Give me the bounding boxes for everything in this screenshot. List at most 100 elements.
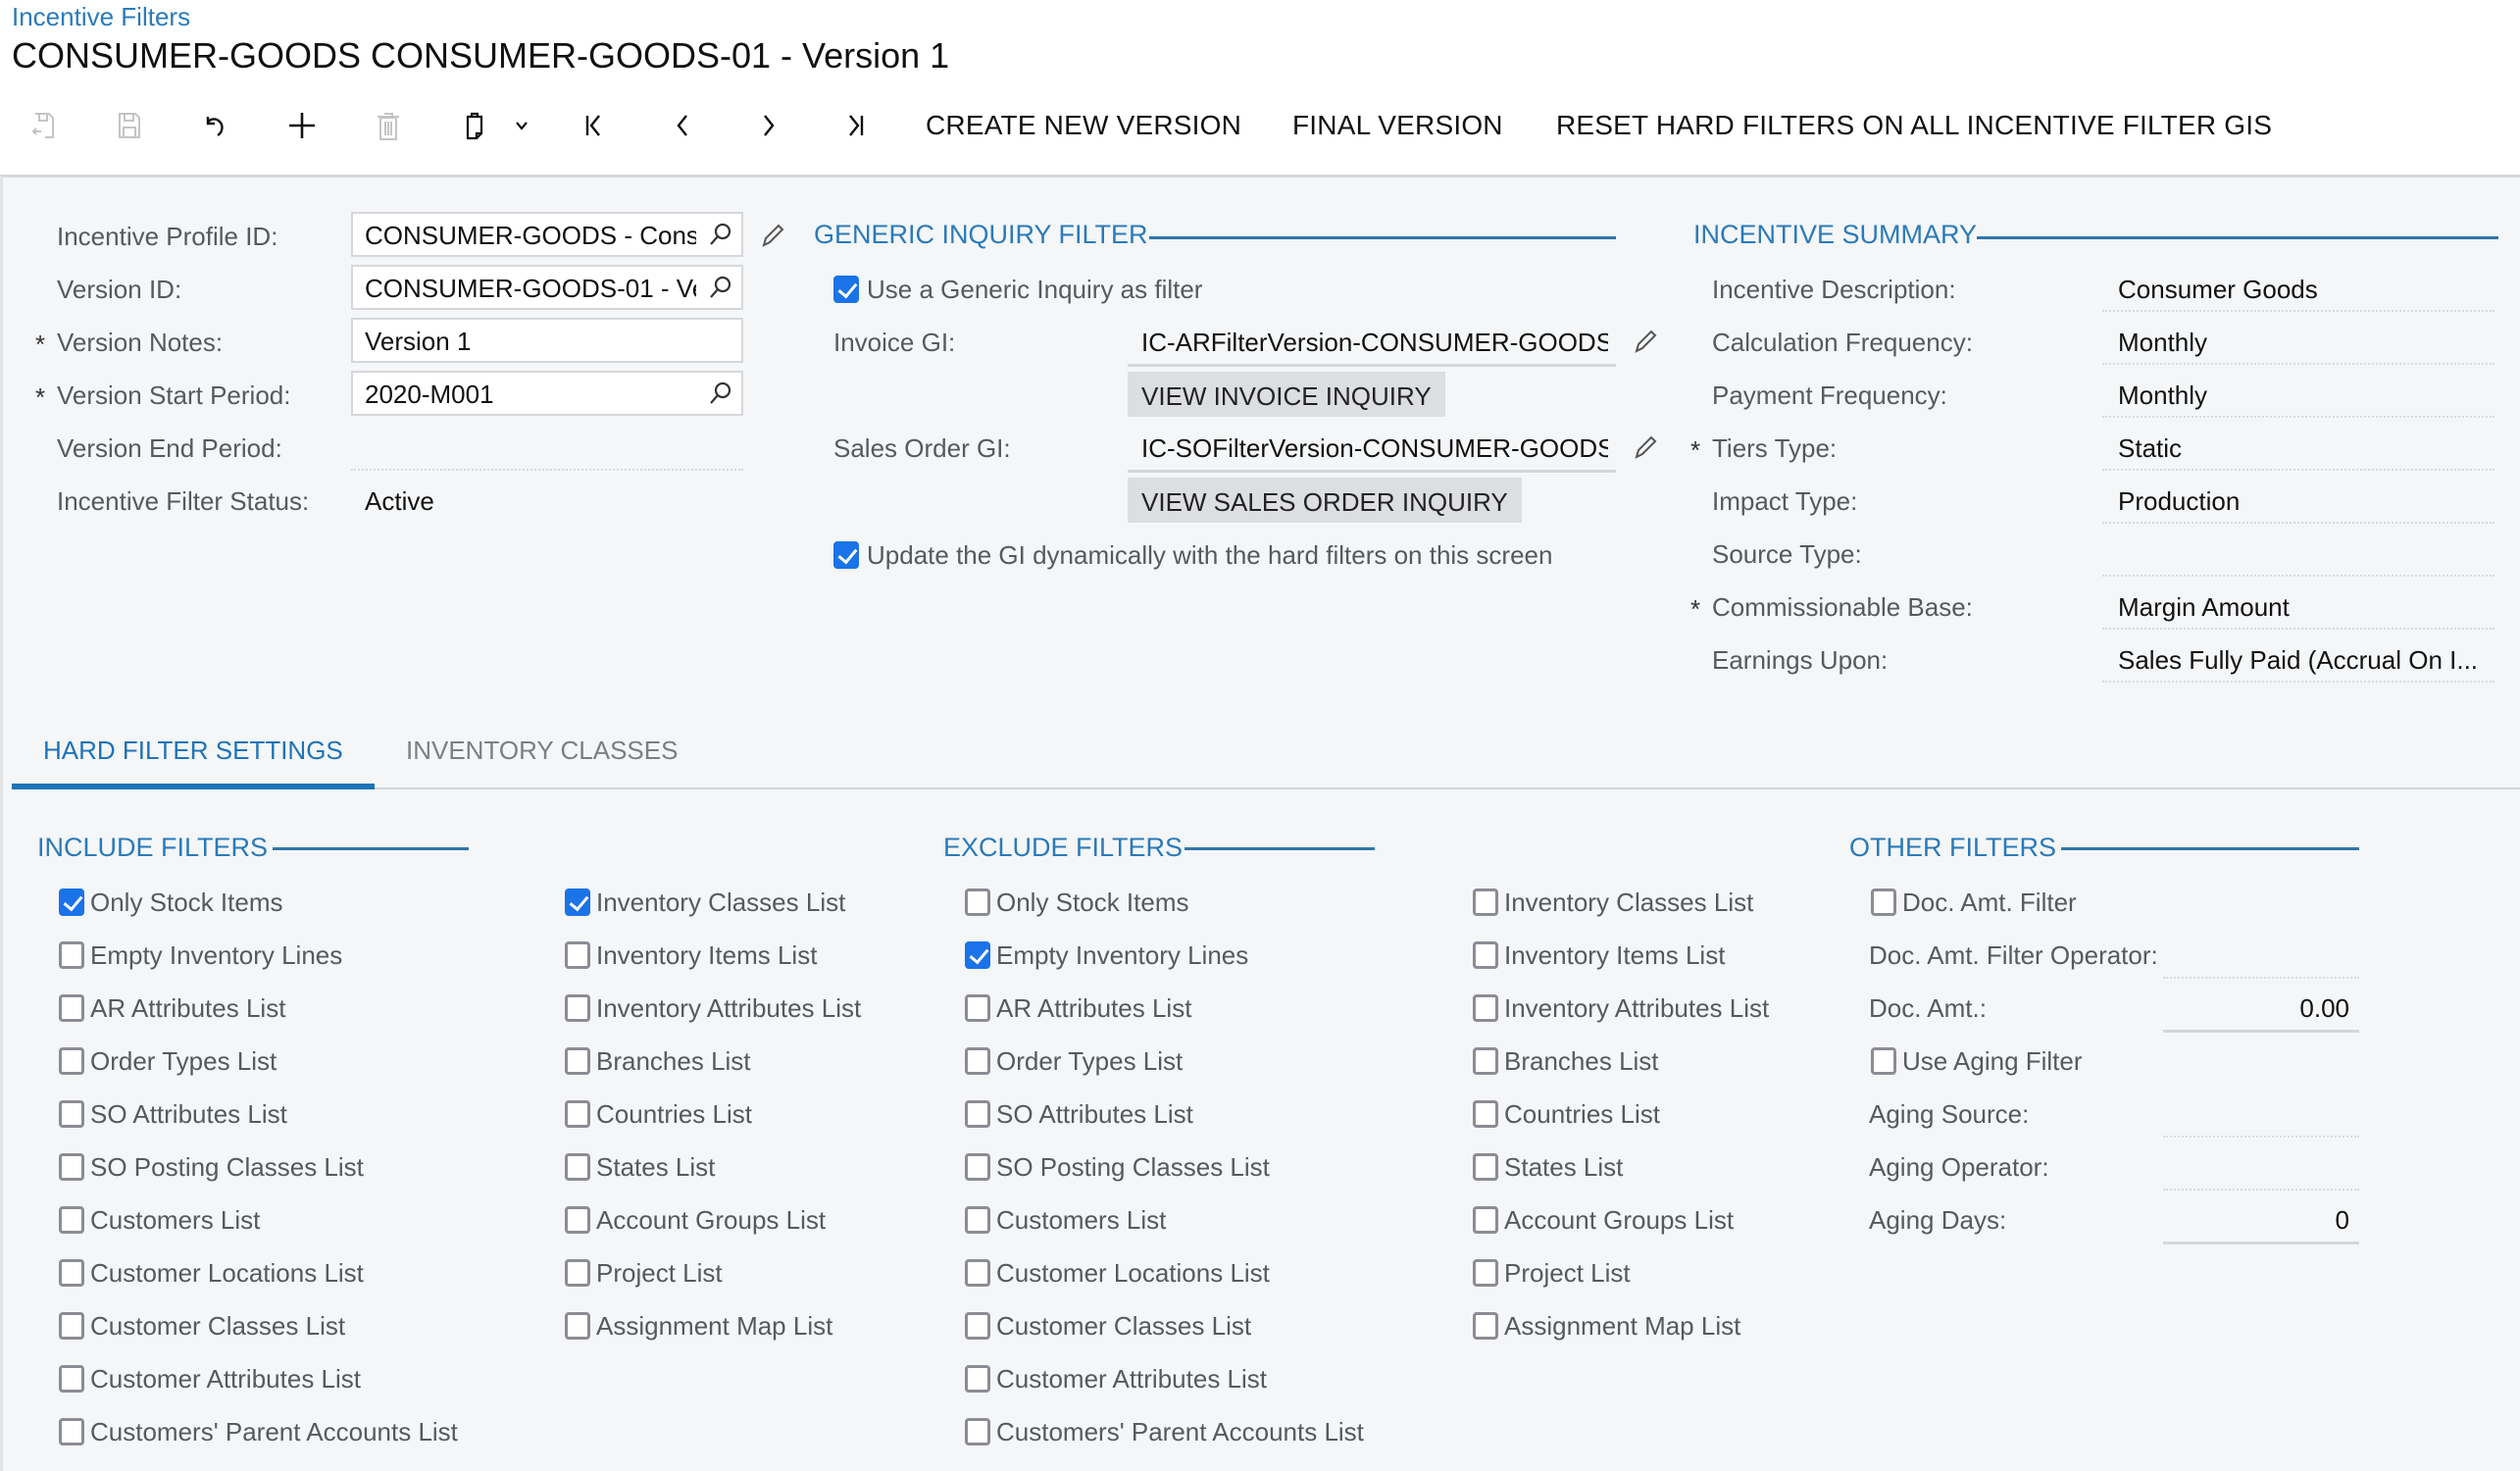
filter-checkbox[interactable] [565, 1259, 590, 1287]
version-end-period-label: Version End Period: [57, 433, 282, 463]
previous-record-icon[interactable] [663, 106, 702, 145]
breadcrumb-incentive-filters[interactable]: Incentive Filters [12, 2, 190, 32]
tab-hard-filter-settings[interactable]: HARD FILTER SETTINGS [43, 736, 343, 766]
aging-source-label: Aging Source: [1869, 1099, 2030, 1129]
filter-checkbox[interactable] [565, 1312, 590, 1340]
filter-checkbox[interactable] [1473, 1153, 1498, 1181]
save-and-close-icon[interactable] [24, 106, 63, 145]
view-sales-order-inquiry-button[interactable]: VIEW SALES ORDER INQUIRY [1128, 478, 1522, 523]
doc-amt-value[interactable]: 0.00 [2163, 993, 2349, 1024]
toolbar: CREATE NEW VERSION FINAL VERSION RESET H… [0, 98, 2520, 151]
chevron-down-icon[interactable] [502, 106, 541, 145]
version-id-value: CONSUMER-GOODS-01 - Ve [365, 274, 696, 303]
filter-checkbox[interactable] [59, 1206, 84, 1234]
doc-amt-filter-checkbox[interactable] [1871, 888, 1896, 916]
filter-checkbox[interactable] [965, 1365, 990, 1393]
edit-pencil-icon[interactable] [757, 220, 786, 249]
tab-inventory-classes[interactable]: INVENTORY CLASSES [406, 736, 678, 766]
summary-label: Earnings Upon: [1712, 645, 1889, 675]
filter-checkbox[interactable] [965, 1153, 990, 1181]
invoice-gi-value[interactable]: IC-ARFilterVersion-CONSUMER-GOODS [1141, 328, 1608, 358]
filter-checkbox[interactable] [565, 1206, 590, 1234]
filter-checkbox-label: Customer Attributes List [996, 1364, 1267, 1394]
field-underline [2163, 1030, 2359, 1033]
filter-checkbox[interactable] [59, 1312, 84, 1340]
filter-checkbox[interactable] [1473, 1259, 1498, 1287]
search-icon[interactable] [708, 275, 733, 300]
add-icon[interactable] [282, 106, 322, 145]
version-start-period-field[interactable]: 2020-M001 [351, 371, 743, 416]
field-divider [2102, 310, 2495, 312]
filter-checkbox[interactable] [965, 994, 990, 1022]
search-icon[interactable] [708, 222, 733, 247]
filter-checkbox[interactable] [59, 941, 84, 969]
filter-checkbox[interactable] [565, 994, 590, 1022]
filter-checkbox[interactable] [1473, 994, 1498, 1022]
filter-checkbox[interactable] [59, 1259, 84, 1287]
reset-hard-filters-button[interactable]: RESET HARD FILTERS ON ALL INCENTIVE FILT… [1556, 110, 2272, 141]
filter-checkbox[interactable] [59, 1365, 84, 1393]
edit-pencil-icon[interactable] [1630, 326, 1659, 355]
summary-value: Margin Amount [2118, 592, 2290, 622]
filter-checkbox[interactable] [59, 888, 84, 916]
summary-value: Consumer Goods [2118, 275, 2318, 304]
version-id-field[interactable]: CONSUMER-GOODS-01 - Ve [351, 265, 743, 310]
filter-checkbox[interactable] [565, 1100, 590, 1128]
view-invoice-inquiry-button[interactable]: VIEW INVOICE INQUIRY [1128, 372, 1445, 417]
filter-checkbox[interactable] [965, 1100, 990, 1128]
filter-checkbox-label: SO Attributes List [996, 1099, 1193, 1129]
filter-checkbox[interactable] [1473, 1206, 1498, 1234]
filter-checkbox[interactable] [565, 1047, 590, 1075]
filter-checkbox-label: Inventory Classes List [1504, 888, 1754, 917]
save-icon[interactable] [110, 106, 149, 145]
edit-pencil-icon[interactable] [1630, 431, 1659, 461]
filter-checkbox[interactable] [1473, 888, 1498, 916]
aging-days-value[interactable]: 0 [2163, 1205, 2349, 1236]
filter-checkbox[interactable] [59, 1418, 84, 1446]
last-record-icon[interactable] [835, 106, 875, 145]
required-marker: * [35, 382, 46, 412]
other-filters-heading: OTHER FILTERS [1849, 833, 2057, 862]
undo-icon[interactable] [196, 106, 235, 145]
filter-checkbox[interactable] [565, 941, 590, 969]
filter-checkbox[interactable] [59, 1047, 84, 1075]
update-gi-dynamic-checkbox[interactable] [833, 541, 859, 569]
incentive-profile-id-field[interactable]: CONSUMER-GOODS - Cons [351, 212, 743, 257]
filter-checkbox[interactable] [965, 1418, 990, 1446]
doc-amt-filter-label: Doc. Amt. Filter [1902, 888, 2077, 917]
filter-checkbox-label: Inventory Classes List [596, 888, 846, 917]
filter-checkbox[interactable] [965, 1312, 990, 1340]
summary-value: Sales Fully Paid (Accrual On I... [2118, 645, 2479, 675]
filter-checkbox[interactable] [965, 941, 990, 969]
search-icon[interactable] [708, 380, 733, 406]
doc-amt-operator-label: Doc. Amt. Filter Operator: [1869, 940, 2158, 970]
filter-checkbox[interactable] [565, 888, 590, 916]
incentive-summary-heading: INCENTIVE SUMMARY [1693, 220, 1978, 249]
filter-checkbox[interactable] [1473, 1100, 1498, 1128]
filter-checkbox[interactable] [965, 1206, 990, 1234]
filter-checkbox[interactable] [1473, 1312, 1498, 1340]
use-aging-filter-checkbox[interactable] [1871, 1047, 1896, 1075]
first-record-icon[interactable] [575, 106, 614, 145]
filter-checkbox-label: AR Attributes List [90, 993, 286, 1023]
delete-icon[interactable] [369, 106, 408, 145]
filter-checkbox[interactable] [59, 994, 84, 1022]
use-gi-checkbox[interactable] [833, 276, 859, 303]
filter-checkbox[interactable] [965, 1047, 990, 1075]
filter-checkbox[interactable] [59, 1100, 84, 1128]
filter-checkbox[interactable] [965, 888, 990, 916]
filter-checkbox[interactable] [965, 1259, 990, 1287]
final-version-button[interactable]: FINAL VERSION [1292, 110, 1503, 141]
create-new-version-button[interactable]: CREATE NEW VERSION [926, 110, 1241, 141]
filter-checkbox[interactable] [565, 1153, 590, 1181]
copy-paste-icon[interactable] [455, 106, 494, 145]
filter-checkbox[interactable] [1473, 941, 1498, 969]
sales-order-gi-value[interactable]: IC-SOFilterVersion-CONSUMER-GOODS [1141, 433, 1608, 464]
filter-checkbox[interactable] [59, 1153, 84, 1181]
version-notes-field[interactable]: Version 1 [351, 318, 743, 363]
next-record-icon[interactable] [749, 106, 788, 145]
filter-checkbox-label: Empty Inventory Lines [90, 940, 343, 970]
filter-checkbox[interactable] [1473, 1047, 1498, 1075]
field-divider [2102, 469, 2495, 471]
field-divider [2102, 681, 2495, 683]
